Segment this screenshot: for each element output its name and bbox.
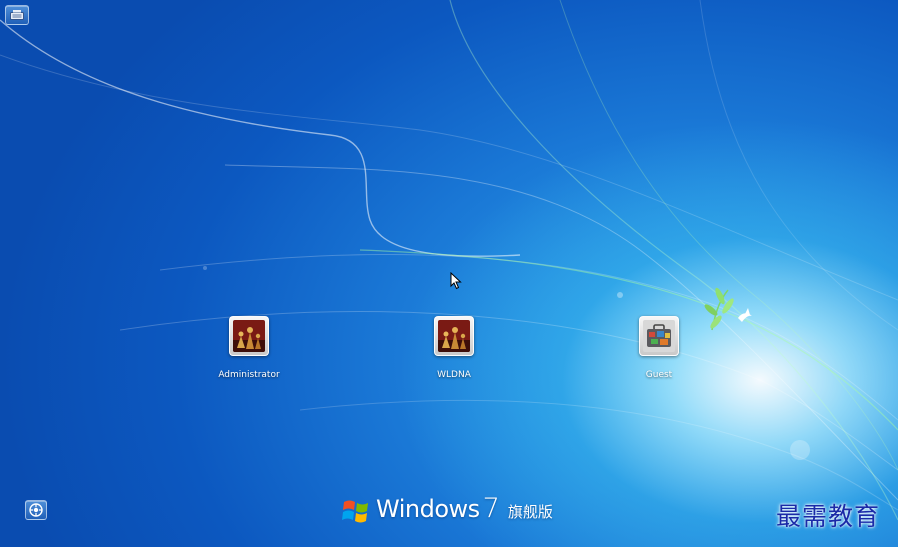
user-tile-guest[interactable]: Guest	[604, 316, 714, 380]
chess-pieces-picture	[438, 320, 470, 352]
user-picture-frame	[639, 316, 679, 356]
brand-edition: 旗舰版	[507, 503, 553, 521]
user-tile-administrator[interactable]: Administrator	[194, 316, 304, 380]
user-picture-frame	[434, 316, 474, 356]
user-name: Administrator	[218, 370, 280, 380]
watermark-text: 最需教育	[776, 502, 881, 531]
user-tile-wldna[interactable]: WLDNA	[399, 316, 509, 380]
brand-name: Windows	[376, 495, 480, 523]
keyboard-button[interactable]	[5, 5, 29, 25]
user-picture-frame	[229, 316, 269, 356]
chess-pieces-picture	[233, 320, 265, 352]
ease-of-access-button[interactable]	[25, 500, 47, 520]
mouse-pointer-icon	[450, 272, 462, 290]
windows-login-screen: Administrator WLDNA Guest Windows 7 旗舰版 …	[0, 0, 898, 547]
ease-of-access-icon	[29, 503, 43, 517]
suitcase-picture	[643, 320, 675, 352]
bird-icon	[738, 308, 752, 322]
user-name: Guest	[645, 370, 673, 380]
windows-flag-icon	[342, 500, 368, 523]
user-name: WLDNA	[437, 370, 471, 380]
keyboard-icon	[10, 10, 24, 20]
brand-version: 7	[482, 493, 500, 524]
background-swirls	[0, 0, 898, 521]
windows-branding: Windows 7 旗舰版	[342, 494, 553, 524]
